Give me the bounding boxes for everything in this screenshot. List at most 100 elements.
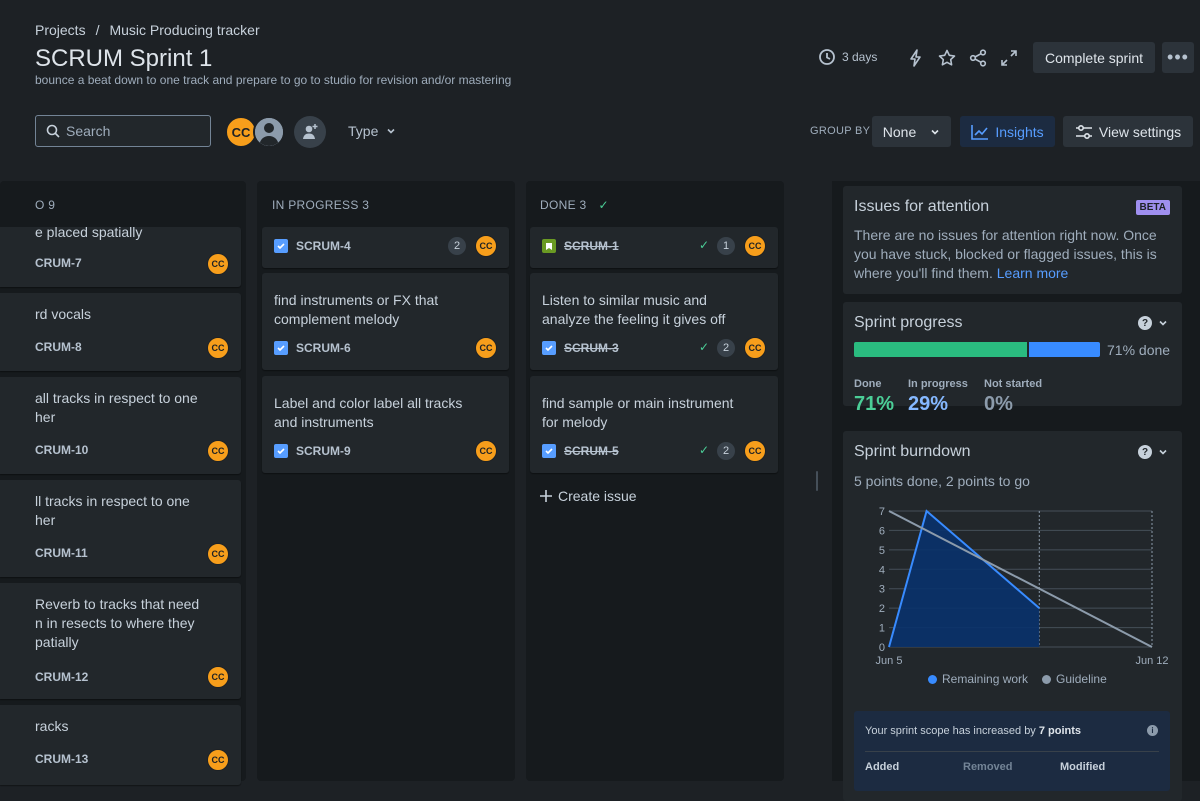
days-remaining-label: 3 days	[842, 50, 878, 64]
issue-key-text: SCRUM-4	[296, 239, 351, 253]
issue-card[interactable]: find sample or main instrument for melod…	[530, 376, 778, 473]
issue-key[interactable]: CRUM-8	[35, 340, 82, 354]
issue-title: racks	[35, 718, 69, 734]
assignee-avatar[interactable]: CC	[744, 440, 766, 462]
more-actions-button[interactable]: •••	[1162, 42, 1194, 73]
chevron-down-icon[interactable]	[1158, 318, 1168, 328]
automation-icon[interactable]	[906, 48, 926, 68]
assignee-avatar[interactable]: CC	[744, 235, 766, 257]
issue-key[interactable]: SCRUM-1	[542, 239, 619, 253]
breadcrumb-projects[interactable]: Projects	[35, 22, 86, 38]
assignee-avatar[interactable]: CC	[475, 440, 497, 462]
issue-card[interactable]: Reverb to tracks that need n in resects …	[0, 583, 241, 699]
sprint-goal: bounce a beat down to one track and prep…	[35, 73, 512, 87]
progress-bar	[854, 342, 1100, 357]
issue-card[interactable]: e placed spatially CRUM-7 CC	[0, 224, 241, 287]
story-icon	[542, 239, 556, 253]
y-tick-label: 0	[879, 642, 885, 654]
assignee-avatar[interactable]: CC	[744, 337, 766, 359]
column-header-done: DONE 3 ✓	[540, 198, 609, 212]
y-tick-label: 3	[879, 584, 885, 596]
type-filter-dropdown[interactable]: Type	[348, 123, 396, 139]
issue-title: Label and color label all tracks and ins…	[274, 395, 463, 430]
complete-sprint-button[interactable]: Complete sprint	[1033, 42, 1155, 73]
assignee-avatar[interactable]: CC	[207, 253, 229, 275]
issue-key[interactable]: CRUM-10	[35, 443, 88, 457]
issue-card[interactable]: Label and color label all tracks and ins…	[262, 376, 509, 473]
search-box[interactable]	[35, 115, 211, 147]
task-icon	[274, 239, 288, 253]
issue-key[interactable]: SCRUM-4	[274, 239, 351, 253]
issue-key-text: SCRUM-1	[564, 239, 619, 253]
story-points: 2	[717, 339, 735, 357]
group-by-dropdown[interactable]: None	[872, 116, 951, 147]
issue-key[interactable]: SCRUM-9	[274, 444, 351, 458]
issue-key[interactable]: CRUM-11	[35, 546, 88, 560]
add-people-button[interactable]	[294, 116, 326, 148]
chevron-down-icon[interactable]	[1158, 447, 1168, 457]
scope-text-value: 7 points	[1038, 725, 1082, 737]
issue-key[interactable]: SCRUM-3	[542, 341, 619, 355]
assignee-avatar[interactable]: CC	[207, 749, 229, 771]
panel-resize-handle[interactable]	[816, 471, 818, 491]
avatar-unassigned[interactable]	[253, 116, 285, 148]
story-points: 2	[448, 237, 466, 255]
story-points: 2	[717, 442, 735, 460]
learn-more-link[interactable]: Learn more	[997, 265, 1069, 281]
issue-key-text: SCRUM-3	[564, 341, 619, 355]
issue-title: e placed spatially	[35, 224, 143, 240]
x-tick-label-end: Jun 12	[1135, 655, 1168, 667]
assignee-avatar[interactable]: CC	[207, 440, 229, 462]
y-tick-label: 7	[879, 506, 885, 518]
chart-legend: Remaining work Guideline	[928, 672, 1107, 686]
issue-card[interactable]: all tracks in respect to one her CRUM-10…	[0, 377, 241, 474]
view-settings-button[interactable]: View settings	[1063, 116, 1193, 147]
issue-key[interactable]: SCRUM-5	[542, 444, 619, 458]
scope-col-modified: Modified	[1060, 761, 1106, 773]
issue-card[interactable]: SCRUM-4 2 CC	[262, 227, 509, 268]
issue-card[interactable]: find instruments or FX that complement m…	[262, 273, 509, 370]
share-icon[interactable]	[968, 48, 988, 68]
stat-done-label: Done	[854, 378, 882, 390]
issue-key-text: CRUM-7	[35, 256, 82, 270]
issue-card[interactable]: racks CRUM-13 CC	[0, 705, 241, 785]
help-icon[interactable]: ?	[1138, 445, 1152, 459]
scope-text: Your sprint scope has increased by 7 poi…	[865, 725, 1081, 737]
assignee-avatar[interactable]: CC	[475, 337, 497, 359]
beta-badge: BETA	[1135, 200, 1170, 215]
task-icon	[542, 341, 556, 355]
issue-key-text: SCRUM-9	[296, 444, 351, 458]
info-icon[interactable]: i	[1147, 725, 1158, 736]
issue-key[interactable]: CRUM-13	[35, 752, 88, 766]
group-by-value: None	[882, 123, 917, 140]
create-issue-button[interactable]: Create issue	[540, 488, 637, 504]
assignee-avatar[interactable]: CC	[475, 235, 497, 257]
issue-key[interactable]: SCRUM-6	[274, 341, 351, 355]
issue-key[interactable]: CRUM-12	[35, 670, 88, 684]
issue-card[interactable]: ll tracks in respect to one her CRUM-11 …	[0, 480, 241, 577]
assignee-avatar[interactable]: CC	[207, 337, 229, 359]
assignee-avatar[interactable]: CC	[207, 543, 229, 565]
expand-icon[interactable]	[999, 48, 1019, 68]
issue-card[interactable]: Listen to similar music and analyze the …	[530, 273, 778, 370]
issue-card[interactable]: SCRUM-1 ✓ 1 CC	[530, 227, 778, 268]
search-input[interactable]	[66, 123, 196, 139]
story-points: 1	[717, 237, 735, 255]
insights-panel: Issues for attention BETA There are no i…	[832, 181, 1200, 801]
help-menu[interactable]: ?	[1138, 316, 1168, 330]
y-tick-label: 2	[879, 603, 885, 615]
issue-card[interactable]: rd vocals CRUM-8 CC	[0, 293, 241, 371]
star-icon[interactable]	[937, 48, 957, 68]
sliders-icon	[1075, 124, 1092, 139]
stat-done-value: 71%	[854, 393, 895, 415]
insights-button[interactable]: Insights	[960, 116, 1055, 147]
sprint-progress-card: Sprint progress ? 71% done Done 71% In p…	[843, 302, 1182, 415]
issue-key[interactable]: CRUM-7	[35, 256, 82, 270]
assignee-avatar[interactable]: CC	[207, 666, 229, 688]
help-icon[interactable]: ?	[1138, 316, 1152, 330]
column-done: DONE 3 ✓ SCRUM-1 ✓ 1 CC Listen to simila…	[526, 181, 784, 781]
burndown-subtitle: 5 points done, 2 points to go	[854, 473, 1030, 489]
help-menu[interactable]: ?	[1138, 445, 1168, 459]
breadcrumb-project[interactable]: Music Producing tracker	[109, 22, 259, 38]
group-by-label: GROUP BY	[810, 125, 871, 137]
